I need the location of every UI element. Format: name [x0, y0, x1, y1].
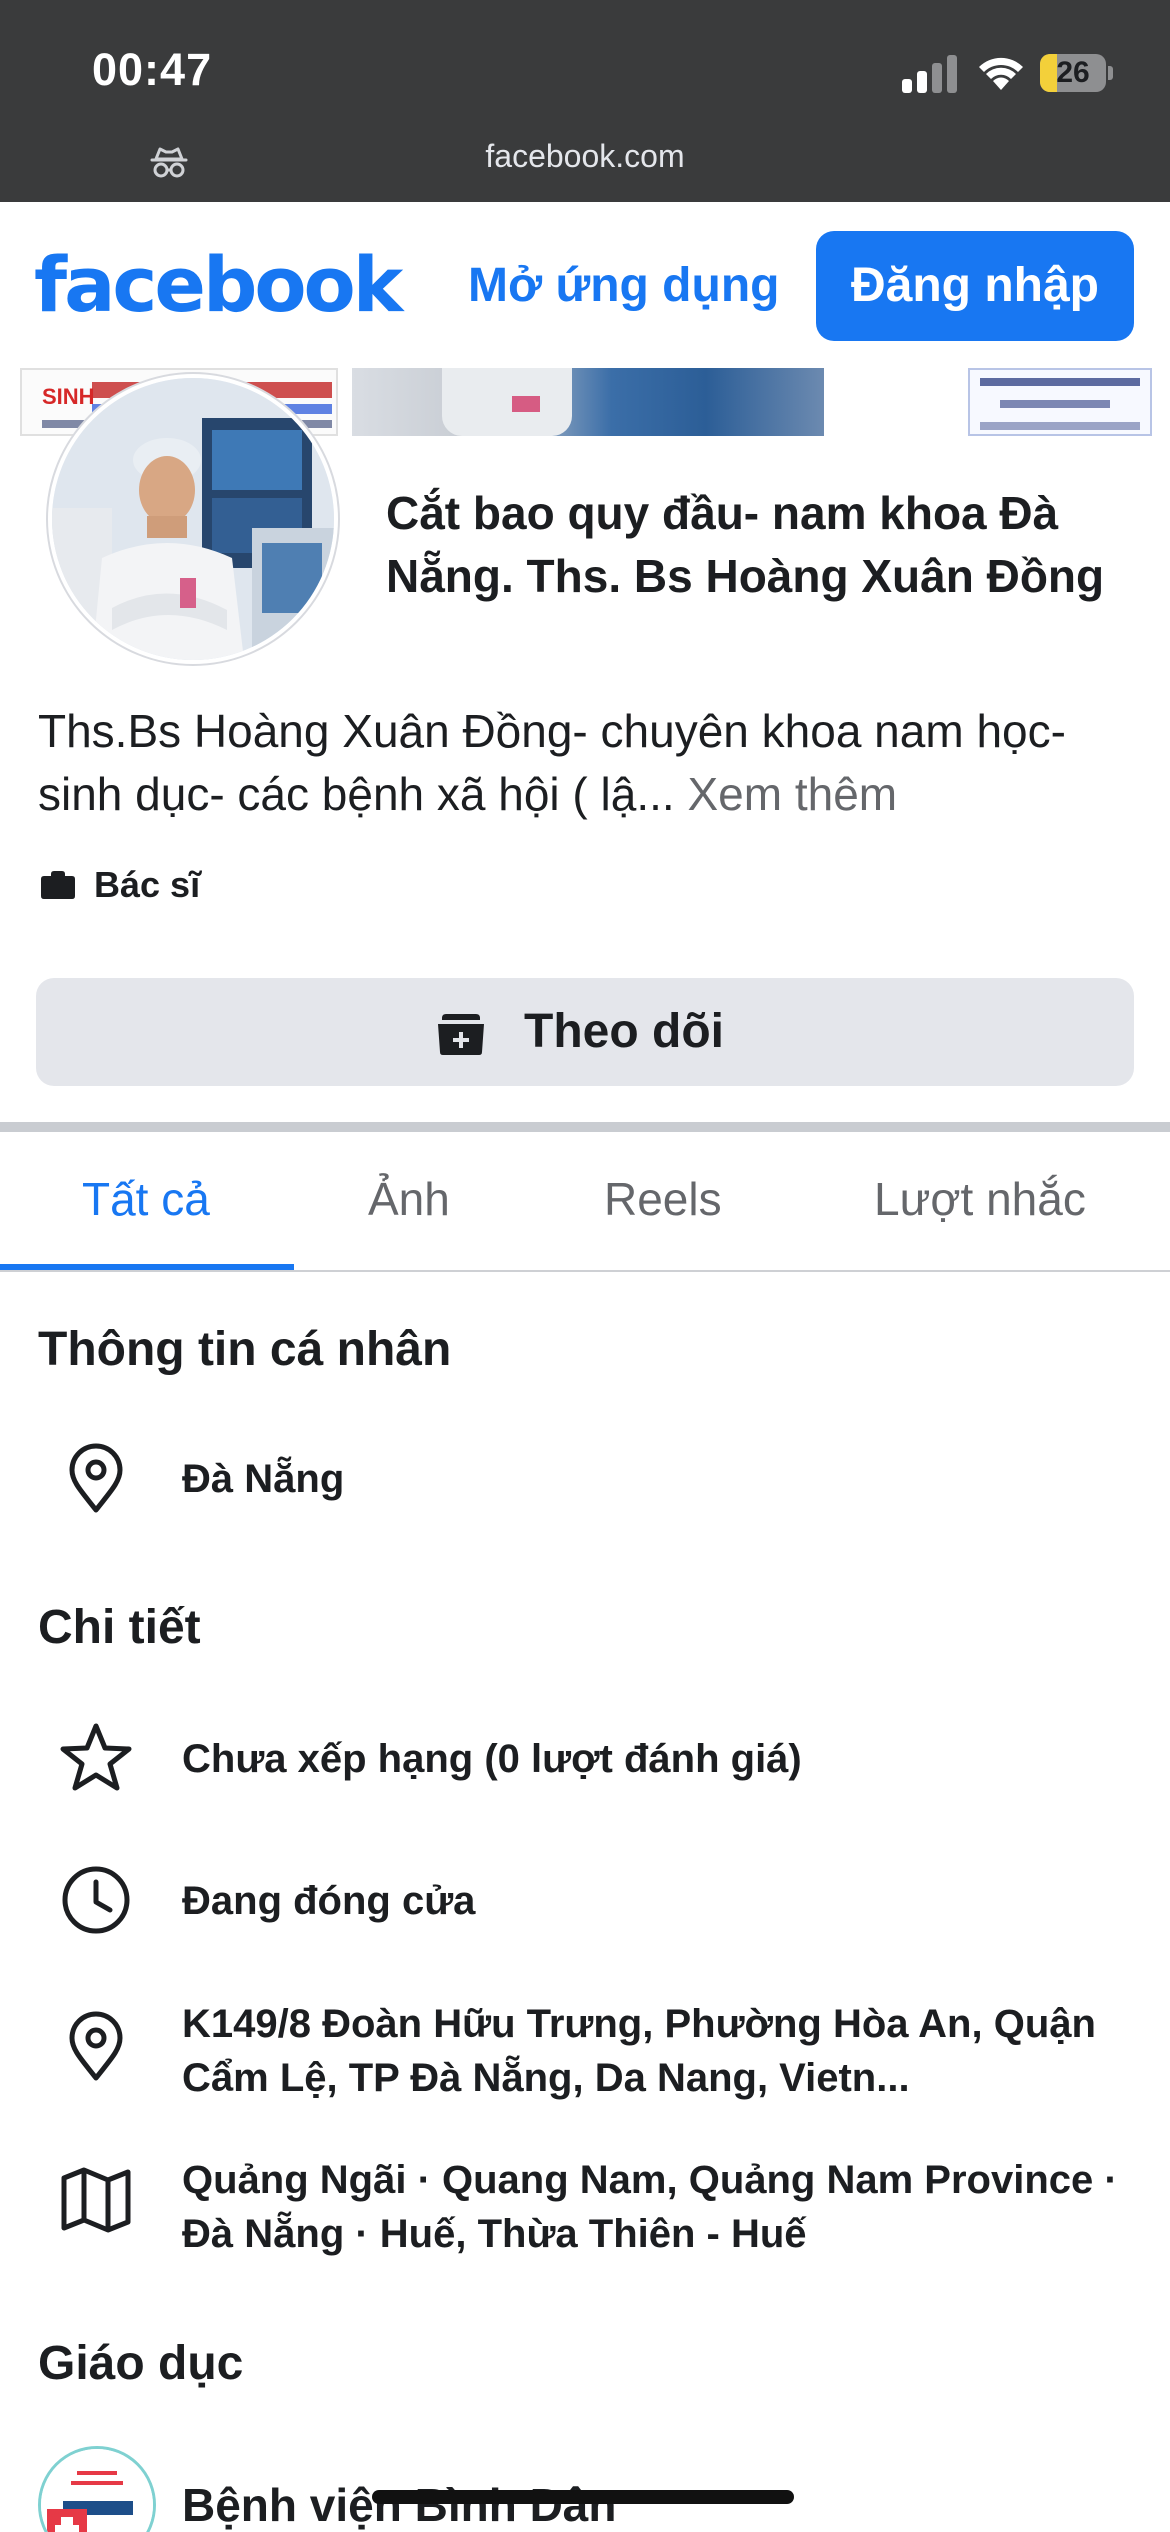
tab-reels[interactable]: Reels [604, 1172, 722, 1226]
url-bar[interactable]: facebook.com [0, 138, 1170, 175]
star-icon [60, 1723, 132, 1791]
follow-label: Theo dõi [524, 1005, 724, 1058]
cover-photo-center [352, 368, 824, 436]
clock-icon [62, 1866, 130, 1934]
section-divider [0, 1122, 1170, 1132]
rating-text: Chưa xếp hạng (0 lượt đánh giá) [182, 1737, 802, 1781]
location-text: Đà Nẵng [182, 1457, 345, 1501]
see-more-link[interactable]: Xem thêm [687, 768, 897, 820]
status-time: 00:47 [92, 44, 213, 95]
battery-icon: 26 [1040, 54, 1113, 92]
service-area-text: Quảng Ngãi · Quang Nam, Quảng Nam Provin… [182, 2158, 1118, 2256]
address-pin-icon [69, 2011, 123, 2081]
profile-tabs: Tất cả Ảnh Reels Lượt nhắc [0, 1132, 1170, 1272]
tab-photos[interactable]: Ảnh [368, 1172, 450, 1226]
battery-level: 26 [1056, 56, 1090, 89]
hospital-logo[interactable] [38, 2446, 156, 2532]
fb-header: facebook Mở ứng dụng Đăng nhập [0, 202, 1170, 368]
location-pin-icon [69, 1443, 123, 1513]
cover-banner-right [968, 368, 1152, 436]
category-label: Bác sĩ [94, 864, 201, 905]
follow-button[interactable]: Theo dõi [36, 978, 1134, 1086]
section-title-details: Chi tiết [38, 1601, 201, 1654]
page-title: Cắt bao quy đầu- nam khoa Đà Nẵng. Ths. … [386, 487, 1105, 602]
status-bar: 00:47 26 facebook.com [0, 0, 1170, 202]
briefcase-icon [41, 871, 75, 899]
page-bio: Ths.Bs Hoàng Xuân Đồng- chuyên khoa nam … [38, 700, 1138, 826]
follow-page-icon [438, 1014, 484, 1055]
section-title-education: Giáo dục [38, 2337, 244, 2390]
hours-text: Đang đóng cửa [182, 1879, 476, 1923]
login-button[interactable]: Đăng nhập [816, 231, 1134, 341]
open-app-link[interactable]: Mở ứng dụng [468, 258, 779, 313]
wifi-icon [979, 57, 1023, 90]
tab-mentions[interactable]: Lượt nhắc [874, 1172, 1086, 1226]
profile-avatar[interactable] [48, 374, 338, 664]
page: 00:47 26 facebook.com facebook Mở ứng dụ… [0, 0, 1170, 2532]
address-text[interactable]: K149/8 Đoàn Hữu Trưng, Phường Hòa An, Qu… [182, 1997, 1122, 2105]
section-title-personal-info: Thông tin cá nhân [38, 1323, 452, 1376]
map-icon [61, 2167, 131, 2233]
education-school[interactable]: Bệnh viện Bình Dân [182, 2478, 1122, 2532]
active-tab-indicator [0, 1264, 294, 1270]
cover-banner-text: SINH [42, 384, 95, 409]
facebook-logo[interactable]: facebook [34, 240, 403, 329]
bio-text: Ths.Bs Hoàng Xuân Đồng- chuyên khoa nam … [38, 705, 1066, 820]
signal-icon [902, 55, 957, 93]
tab-all[interactable]: Tất cả [82, 1172, 210, 1226]
home-indicator[interactable] [372, 2490, 794, 2504]
hospital-logo-image [41, 2449, 153, 2532]
doctor-photo [52, 378, 334, 660]
